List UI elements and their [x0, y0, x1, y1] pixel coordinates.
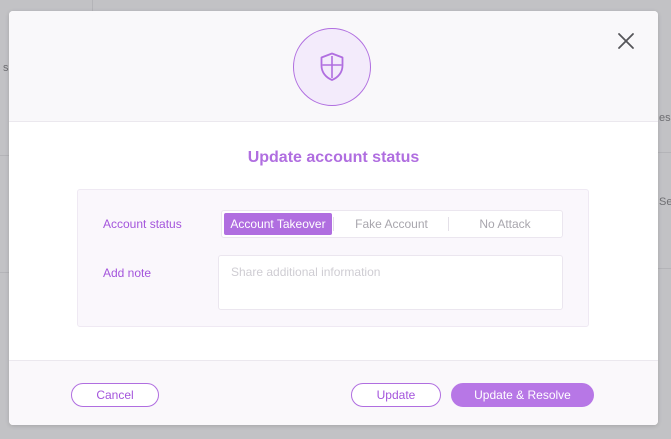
update-button[interactable]: Update [351, 383, 441, 407]
status-option-fake-account[interactable]: Fake Account [334, 213, 449, 235]
note-input[interactable] [218, 255, 563, 310]
backdrop-divider [92, 0, 93, 11]
dialog-header [9, 11, 658, 122]
close-icon[interactable] [616, 31, 638, 53]
form-panel: Account status Account Takeover Fake Acc… [77, 189, 589, 327]
backdrop-text: Sel [659, 196, 671, 208]
backdrop-text: es [659, 112, 671, 124]
close-button[interactable] [616, 31, 638, 53]
account-status-selector: Account Takeover Fake Account No Attack [221, 210, 563, 238]
dialog-title: Update account status [247, 149, 420, 166]
update-status-dialog: Update account status Account status Acc… [9, 11, 658, 425]
backdrop-divider [0, 272, 9, 273]
backdrop-divider [658, 268, 671, 269]
backdrop-divider [0, 155, 9, 156]
backdrop-text: s [3, 62, 9, 74]
update-resolve-button[interactable]: Update & Resolve [451, 383, 594, 407]
account-status-label: Account status [103, 217, 182, 231]
backdrop-divider [658, 152, 671, 153]
add-note-label: Add note [103, 266, 152, 280]
dialog-footer: Cancel Update Update & Resolve [9, 360, 658, 425]
status-option-account-takeover[interactable]: Account Takeover [224, 213, 332, 235]
status-option-no-attack[interactable]: No Attack [449, 213, 561, 235]
shield-badge [293, 28, 371, 106]
shield-icon [320, 52, 344, 81]
cancel-button[interactable]: Cancel [71, 383, 159, 407]
